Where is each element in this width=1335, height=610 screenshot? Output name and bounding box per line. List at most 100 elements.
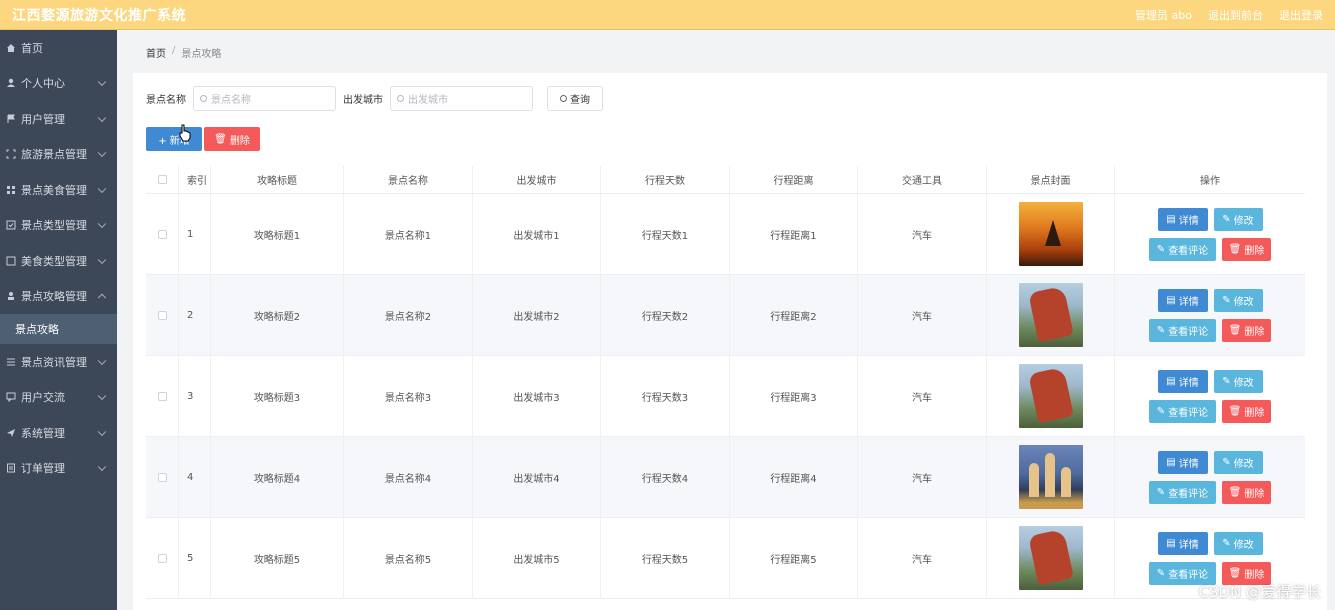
sidebar-item-spots[interactable]: 旅游景点管理 <box>0 137 117 173</box>
cell-spot: 景点名称4 <box>344 437 473 517</box>
city-input[interactable]: 出发城市 <box>390 86 533 111</box>
delete-button[interactable]: 🗑 删除 <box>1222 237 1271 261</box>
cell-spot: 景点名称3 <box>344 356 473 436</box>
detail-icon: ▤ <box>1166 213 1176 225</box>
chevron-up-icon <box>97 293 107 303</box>
cell-days: 行程天数1 <box>601 194 730 274</box>
delete-button-label: 删除 <box>1244 407 1265 419</box>
cell-cover <box>987 356 1115 436</box>
sidebar-item-spot-types[interactable]: 景点类型管理 <box>0 208 117 244</box>
chevron-down-icon <box>97 427 107 436</box>
mouse-pointer-icon <box>179 124 191 142</box>
cell-distance: 行程距离1 <box>730 194 858 274</box>
pencil-icon: ✎ <box>1156 567 1166 579</box>
chevron-down-icon <box>97 148 107 158</box>
detail-button[interactable]: ▤ 详情 <box>1157 531 1208 555</box>
detail-button-label: 详情 <box>1178 215 1199 227</box>
chevron-down-icon <box>97 77 107 87</box>
sidebar-item-food[interactable]: 景点美食管理 <box>0 172 117 208</box>
edit-button-label: 修改 <box>1233 539 1254 551</box>
sidebar-item-label: 用户管理 <box>21 112 65 126</box>
batch-delete-button[interactable]: 🗑 删除 <box>204 127 260 151</box>
cell-spot: 景点名称1 <box>344 194 473 274</box>
edit-button[interactable]: ✎ 修改 <box>1213 288 1263 312</box>
add-button[interactable]: + 新增 <box>146 127 202 151</box>
home-icon <box>6 43 16 53</box>
sidebar-item-label: 美食类型管理 <box>21 254 87 268</box>
sidebar-item-orders[interactable]: 订单管理 <box>0 451 117 487</box>
sidebar-item-system[interactable]: 系统管理 <box>0 415 117 451</box>
sidebar-item-label: 用户交流 <box>21 391 65 405</box>
row-select-cell[interactable] <box>146 356 179 436</box>
delete-button[interactable]: 🗑 删除 <box>1222 399 1271 423</box>
sidebar-item-label: 订单管理 <box>21 462 65 476</box>
view-comments-button[interactable]: ✎ 查看评论 <box>1149 480 1216 504</box>
view-comments-button[interactable]: ✎ 查看评论 <box>1149 237 1216 261</box>
row-select-cell[interactable] <box>146 275 179 355</box>
row-checkbox[interactable] <box>157 472 167 482</box>
breadcrumb-home[interactable]: 首页 <box>146 45 166 60</box>
detail-button[interactable]: ▤ 详情 <box>1157 450 1208 474</box>
edit-button[interactable]: ✎ 修改 <box>1213 207 1263 231</box>
chevron-down-icon <box>97 184 107 193</box>
edit-button[interactable]: ✎ 修改 <box>1213 369 1263 393</box>
detail-button[interactable]: ▤ 详情 <box>1157 207 1208 231</box>
pencil-icon: ✎ <box>1222 213 1231 225</box>
spot-name-input[interactable]: 景点名称 <box>193 86 336 111</box>
sidebar-item-personal[interactable]: 个人中心 <box>0 66 117 102</box>
view-comments-label: 查看评论 <box>1168 569 1209 581</box>
delete-button[interactable]: 🗑 删除 <box>1222 480 1271 504</box>
cell-index: 5 <box>179 518 211 598</box>
select-all-cell[interactable] <box>146 166 179 193</box>
pencil-icon: ✎ <box>1156 243 1166 255</box>
sidebar-item-label: 景点美食管理 <box>21 183 87 197</box>
breadcrumb-separator: / <box>172 45 176 56</box>
sidebar-item-news[interactable]: 景点资讯管理 <box>0 344 117 380</box>
row-select-cell[interactable] <box>146 194 179 274</box>
row-select-cell[interactable] <box>146 437 179 517</box>
trash-icon: 🗑 <box>1228 243 1242 255</box>
edit-button[interactable]: ✎ 修改 <box>1213 531 1263 555</box>
top-bar: 江西婺源旅游文化推广系统 管理员 abo 退出到前台 退出登录 <box>0 0 1335 30</box>
sidebar-item-guides[interactable]: 景点攻略管理 <box>0 279 117 315</box>
person-icon <box>6 291 16 301</box>
sidebar-item-users[interactable]: 用户管理 <box>0 101 117 137</box>
edit-button-label: 修改 <box>1233 215 1254 227</box>
query-button-label: 查询 <box>570 95 590 106</box>
search-icon <box>397 95 404 102</box>
breadcrumb-current: 景点攻略 <box>181 49 222 60</box>
row-checkbox[interactable] <box>157 310 167 320</box>
app-title: 江西婺源旅游文化推广系统 <box>12 7 186 24</box>
detail-button[interactable]: ▤ 详情 <box>1157 288 1208 312</box>
delete-button-label: 删除 <box>1244 569 1265 581</box>
detail-button-label: 详情 <box>1178 458 1199 470</box>
fullscreen-icon <box>6 149 16 159</box>
back-to-front-link[interactable]: 退出到前台 <box>1208 7 1263 23</box>
pencil-icon: ✎ <box>1222 375 1231 387</box>
sidebar-item-exchange[interactable]: 用户交流 <box>0 380 117 416</box>
sidebar-subitem-guides[interactable]: 景点攻略 <box>0 314 117 344</box>
edit-button-label: 修改 <box>1233 377 1254 389</box>
row-checkbox[interactable] <box>157 553 167 563</box>
cell-index: 3 <box>179 356 211 436</box>
query-button[interactable]: 查询 <box>547 86 603 111</box>
cell-transport: 汽车 <box>858 437 987 517</box>
delete-button[interactable]: 🗑 删除 <box>1222 318 1271 342</box>
edit-button[interactable]: ✎ 修改 <box>1213 450 1263 474</box>
detail-button-label: 详情 <box>1178 377 1199 389</box>
detail-button[interactable]: ▤ 详情 <box>1157 369 1208 393</box>
select-all-checkbox[interactable] <box>157 175 167 184</box>
table-row: 4 攻略标题4 景点名称4 出发城市4 行程天数4 行程距离4 汽车 ▤ 详情 ✎ 修改 ✎ 查看评论 🗑… <box>146 437 1305 518</box>
sidebar-item-food-types[interactable]: 美食类型管理 <box>0 243 117 279</box>
view-comments-button[interactable]: ✎ 查看评论 <box>1149 318 1216 342</box>
cell-title: 攻略标题3 <box>211 356 344 436</box>
detail-button-label: 详情 <box>1178 296 1199 308</box>
row-checkbox[interactable] <box>157 229 167 239</box>
pencil-icon: ✎ <box>1222 456 1231 468</box>
logout-link[interactable]: 退出登录 <box>1279 7 1323 23</box>
sidebar-item-home[interactable]: 首页 <box>0 30 117 66</box>
row-select-cell[interactable] <box>146 518 179 598</box>
row-checkbox[interactable] <box>157 391 167 401</box>
spot-name-placeholder: 景点名称 <box>211 95 251 106</box>
view-comments-button[interactable]: ✎ 查看评论 <box>1149 399 1216 423</box>
